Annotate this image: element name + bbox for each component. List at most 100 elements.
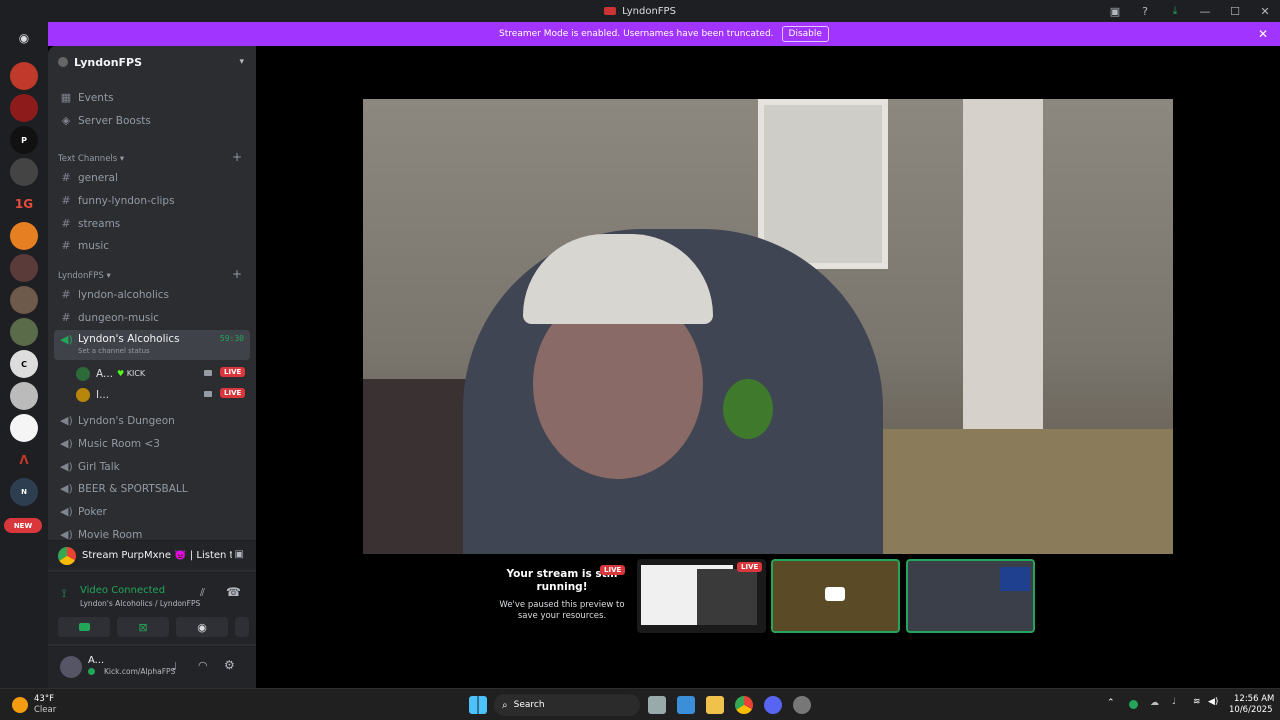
activity-text: Stream PurpMxne 👿 | Listen to ... <box>82 550 232 561</box>
stream-thumbnail-camera-off[interactable] <box>771 559 900 633</box>
start-icon[interactable] <box>469 696 487 714</box>
live-badge: LIVE <box>220 367 246 377</box>
server-icon-14[interactable]: N <box>10 478 38 506</box>
main-video-stream[interactable] <box>363 99 1173 554</box>
microphone-icon[interactable]: ♩ <box>1172 697 1176 707</box>
activities-button[interactable]: ◉ <box>176 617 228 637</box>
search-box[interactable]: ⌕ Search <box>494 694 640 716</box>
online-status-icon <box>88 668 95 675</box>
headphones-icon[interactable]: ◠ <box>198 659 208 672</box>
chrome-icon[interactable] <box>735 696 753 714</box>
voice-user-1[interactable]: A... ♥ KICK LIVE <box>70 363 250 384</box>
weather-temp[interactable]: 43°F <box>34 694 54 704</box>
camera-toggle-button[interactable] <box>58 617 110 637</box>
server-icon-9[interactable] <box>10 318 38 346</box>
disable-button[interactable]: Disable <box>781 26 829 42</box>
channel-dungeon-music[interactable]: # dungeon-music <box>54 307 250 328</box>
close-icon[interactable]: ✕ <box>1258 27 1268 41</box>
category-text-channels[interactable]: Text Channels ▾ + <box>58 150 242 164</box>
server-icon-1[interactable] <box>10 62 38 90</box>
weather-icon[interactable] <box>12 697 28 713</box>
server-icon-6[interactable] <box>10 222 38 250</box>
download-icon[interactable]: ⤓ <box>1160 0 1190 22</box>
voice-channel-active[interactable]: ◀) Lyndon's Alcoholics Set a channel sta… <box>54 330 250 360</box>
add-channel-icon[interactable]: + <box>232 150 242 164</box>
channel-music[interactable]: # music <box>54 235 250 256</box>
clock-time[interactable]: 12:56 AM <box>1234 694 1274 704</box>
chrome-icon <box>58 547 76 565</box>
tray-app-icon[interactable]: ☁ <box>1150 698 1159 708</box>
file-explorer-icon[interactable] <box>706 696 724 714</box>
server-icon-5[interactable]: 1G <box>10 190 38 218</box>
voice-channel-dungeon[interactable]: ◀) Lyndon's Dungeon <box>54 410 250 431</box>
stream-stage: Your stream is still running! We've paus… <box>256 46 1280 688</box>
connection-channel[interactable]: Lyndon's Alcoholics / LyndonFPS <box>80 599 200 608</box>
screen-share-button[interactable]: ⊠ <box>117 617 169 637</box>
user-name: A... <box>88 655 105 666</box>
screen-share-icon[interactable]: ▣ <box>235 549 244 560</box>
store-icon[interactable] <box>677 696 695 714</box>
add-channel-icon[interactable]: + <box>232 267 242 281</box>
server-icon-12[interactable] <box>10 414 38 442</box>
server-icon-3[interactable]: P <box>10 126 38 154</box>
hash-icon: # <box>61 217 71 230</box>
boost-icon: ◈ <box>61 114 71 127</box>
discord-icon[interactable] <box>764 696 782 714</box>
chevron-down-icon[interactable]: ▾ <box>239 57 244 67</box>
task-view-icon[interactable] <box>648 696 666 714</box>
channel-lyndon-alcoholics[interactable]: # lyndon-alcoholics <box>54 284 250 305</box>
server-rail: ◉ P 1G C Λ N NEW <box>0 22 48 688</box>
server-icon-2[interactable] <box>10 94 38 122</box>
clock-date[interactable]: 10/6/2025 <box>1229 705 1273 715</box>
noise-suppression-icon[interactable]: ⫽ <box>200 586 205 600</box>
discord-home-icon[interactable]: ◉ <box>10 24 38 52</box>
close-button[interactable]: ✕ <box>1250 0 1280 22</box>
avatar[interactable] <box>60 656 82 678</box>
minimize-button[interactable]: — <box>1190 0 1220 22</box>
live-badge: LIVE <box>220 388 246 398</box>
channel-funny-lyndon-clips[interactable]: # funny-lyndon-clips <box>54 190 250 211</box>
hash-icon: # <box>61 194 71 207</box>
settings-app-icon[interactable] <box>793 696 811 714</box>
channel-streams[interactable]: # streams <box>54 213 250 234</box>
server-icon-11[interactable] <box>10 382 38 410</box>
speaker-icon: ◀) <box>60 333 73 346</box>
tray-status-icon[interactable] <box>1129 700 1138 709</box>
activity-panel[interactable]: Stream PurpMxne 👿 | Listen to ... ▣ <box>48 540 256 570</box>
stream-thumbnail-webcam[interactable] <box>906 559 1035 633</box>
category-lyndonfps[interactable]: LyndonFPS ▾ + <box>58 267 242 281</box>
kick-badge: ♥ KICK <box>117 369 146 378</box>
server-icon-7[interactable] <box>10 254 38 282</box>
user-panel: A... Kick.com/AlphaFPS ♩ ◠ ⚙ <box>48 646 256 688</box>
chevron-up-icon[interactable]: ⌃ <box>1107 698 1115 708</box>
sidebar-item-server-boosts[interactable]: ◈ Server Boosts <box>54 110 250 131</box>
help-icon[interactable]: ? <box>1130 0 1160 22</box>
disconnect-icon[interactable]: ☎ <box>226 585 241 599</box>
channel-general[interactable]: # general <box>54 167 250 188</box>
server-header[interactable]: LyndonFPS ▾ <box>48 46 256 78</box>
microphone-icon[interactable]: ♩ <box>172 660 177 673</box>
connection-status: Video Connected <box>80 585 166 596</box>
app-logo-icon <box>604 7 617 15</box>
stream-thumbnail-screen[interactable]: LIVE <box>637 559 766 633</box>
voice-channel-beer-sportsball[interactable]: ◀) BEER & SPORTSBALL <box>54 478 250 499</box>
voice-channel-girl-talk[interactable]: ◀) Girl Talk <box>54 456 250 477</box>
sidebar-item-events[interactable]: ▦ Events <box>54 87 250 108</box>
search-icon: ⌕ <box>502 699 508 711</box>
volume-icon[interactable]: ◀) <box>1208 697 1218 707</box>
new-badge: NEW <box>4 518 42 533</box>
maximize-button[interactable]: ☐ <box>1220 0 1250 22</box>
soundboard-button[interactable] <box>235 617 249 637</box>
voice-user-2[interactable]: I... LIVE <box>70 384 250 405</box>
server-icon-4[interactable] <box>10 158 38 186</box>
server-icon-13[interactable]: Λ <box>10 446 38 474</box>
gear-icon[interactable]: ⚙ <box>224 658 235 672</box>
screen-share-icon: ⊠ <box>138 620 148 634</box>
server-icon-8[interactable] <box>10 286 38 314</box>
wifi-icon[interactable]: ≋ <box>1193 697 1201 707</box>
voice-channel-poker[interactable]: ◀) Poker <box>54 501 250 522</box>
channel-status[interactable]: Set a channel status <box>78 347 180 355</box>
server-icon-10[interactable]: C <box>10 350 38 378</box>
inbox-icon[interactable]: ▣ <box>1100 0 1130 22</box>
voice-channel-music-room[interactable]: ◀) Music Room <3 <box>54 433 250 454</box>
